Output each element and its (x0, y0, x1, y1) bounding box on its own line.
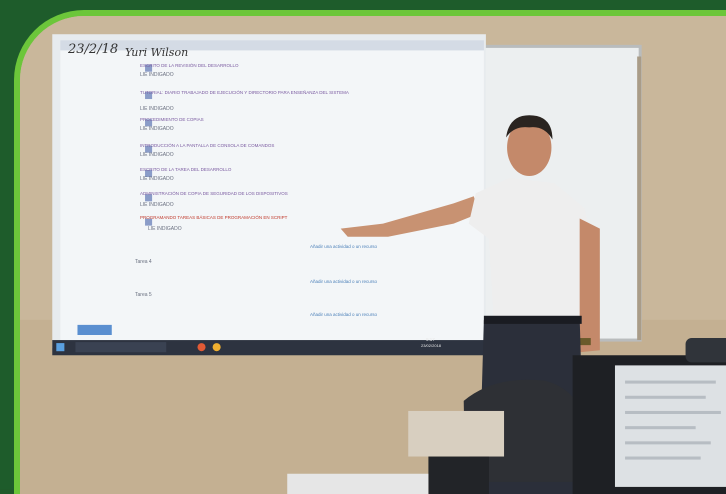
section-title: Tarea 5 (135, 292, 152, 298)
photo-frame: 23/2/18 Yuri Wilson ESCRITO DE LA REVISI… (0, 0, 726, 494)
list-item-sub: LIE INDIGADO (140, 202, 174, 208)
handwritten-date: 23/2/18 (68, 42, 119, 57)
list-item-title[interactable]: ESCRITO DE LA REVISIÓN DEL DESARROLLO (140, 63, 239, 68)
taskbar-time: 9:17 (426, 337, 435, 342)
photo-container: 23/2/18 Yuri Wilson ESCRITO DE LA REVISI… (14, 10, 726, 494)
handwritten-signature: Yuri Wilson (125, 46, 189, 59)
list-item-title[interactable]: INTRODUCCIÓN A LA PANTALLA DE CONSOLA DE… (140, 143, 274, 148)
list-item-title[interactable]: ADMINISTRACIÓN DE COPIA DE SEGURIDAD DE … (140, 191, 288, 196)
list-item-sub: LIE INDIGADO (148, 226, 182, 232)
list-item-sub: LIE INDIGADO (140, 152, 174, 158)
add-activity-link[interactable]: Añadir una actividad o un recurso (310, 279, 377, 284)
add-activity-link[interactable]: Añadir una actividad o un recurso (310, 244, 377, 249)
list-item-title[interactable]: ESCRITO DE LA TAREA DEL DESARROLLO (140, 167, 231, 172)
list-item-sub: LIE INDIGADO (140, 72, 174, 78)
list-item-sub: LIE INDIGADO (140, 106, 174, 112)
list-item-title[interactable]: PROCEDIMIENTO DE COPIAS (140, 117, 204, 122)
classroom-photo (20, 16, 726, 494)
list-item-sub: LIE INDIGADO (140, 126, 174, 132)
list-item-sub: LIE INDIGADO (140, 176, 174, 182)
taskbar-date: 23/02/2018 (421, 343, 442, 348)
add-activity-link[interactable]: Añadir una actividad o un recurso (310, 312, 377, 317)
section-title: Tarea 4 (135, 259, 152, 265)
list-item-title[interactable]: TUTORIAL: DIARIO TRABAJADO DE EJECUCIÓN … (140, 90, 349, 95)
list-item-title[interactable]: PROGRAMANDO TAREAS BÁSICAS DE PROGRAMACI… (140, 215, 287, 220)
